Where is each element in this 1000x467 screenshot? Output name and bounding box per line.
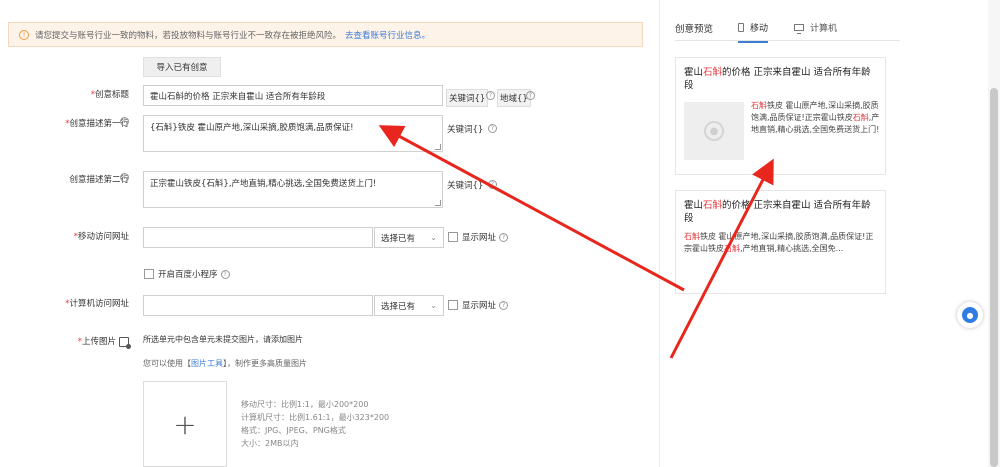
annotation-arrow-to-preview [669,158,774,359]
annotation-arrows [378,125,774,359]
annotation-arrow-to-desc [378,125,685,292]
